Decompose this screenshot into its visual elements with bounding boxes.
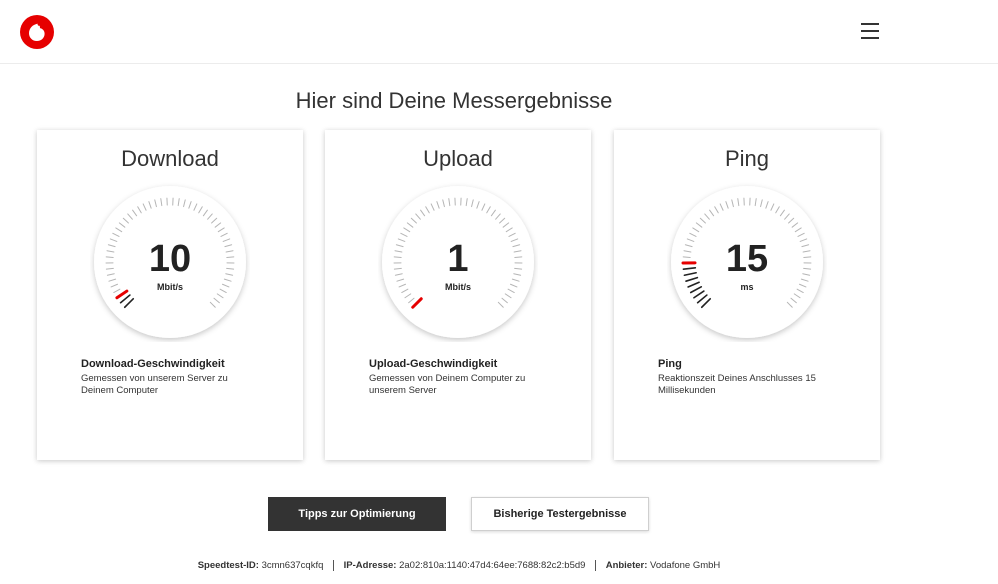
page-title: Hier sind Deine Messergebnisse — [295, 88, 613, 113]
ping-gauge: 15 ms — [667, 182, 827, 342]
gauge-value: 1 — [447, 238, 469, 280]
download-gauge: 10 Mbit/s — [90, 182, 250, 342]
gauge-unit: Mbit/s — [445, 282, 471, 292]
card-description: Reaktionszeit Deines Anschlusses 15 Mill… — [658, 373, 816, 396]
vodafone-logo[interactable] — [20, 15, 54, 49]
header — [0, 0, 998, 64]
card-title: Ping — [724, 146, 770, 171]
speedtest-id-label: Speedtest-ID: — [197, 560, 259, 572]
upload-card: Upload 1 Mbit/s Upload-Geschwindigkeit G… — [325, 130, 591, 460]
speedtest-id: 3cmn637cqkfq — [261, 560, 324, 572]
footer-divider — [595, 560, 597, 571]
card-label: Upload-Geschwindigkeit — [369, 358, 498, 370]
gauge-unit: Mbit/s — [157, 282, 183, 292]
tips-button[interactable]: Tipps zur Optimierung — [268, 497, 446, 531]
upload-gauge: 1 Mbit/s — [378, 182, 538, 342]
gauge-unit: ms — [740, 282, 754, 292]
card-title: Upload — [423, 146, 493, 171]
card-title: Download — [121, 146, 219, 171]
provider: Vodafone GmbH — [650, 560, 721, 572]
card-label: Ping — [658, 358, 682, 370]
hamburger-icon[interactable] — [858, 20, 882, 42]
download-card: Download 10 Mbit/s Download-Geschwindigk… — [37, 130, 303, 460]
provider-label: Anbieter: — [605, 560, 648, 572]
ping-card: Ping 15 ms Ping Reaktionszeit Deines Ans… — [614, 130, 880, 460]
card-description: Gemessen von Deinem Computer zu unserem … — [369, 373, 526, 396]
ip-label: IP-Adresse: — [343, 560, 397, 572]
card-description: Gemessen von unserem Server zu Deinem Co… — [81, 373, 228, 396]
gauge-value: 15 — [725, 238, 769, 280]
card-label: Download-Geschwindigkeit — [81, 358, 225, 370]
gauge-value: 10 — [148, 238, 192, 280]
history-button[interactable]: Bisherige Testergebnisse — [471, 497, 649, 531]
ip-address: 2a02:810a:1140:47d4:64ee:7688:82c2:b5d9 — [399, 560, 586, 572]
footer-divider — [333, 560, 335, 571]
footer: Speedtest-ID: 3cmn637cqkfq IP-Adresse: 2… — [0, 560, 918, 571]
